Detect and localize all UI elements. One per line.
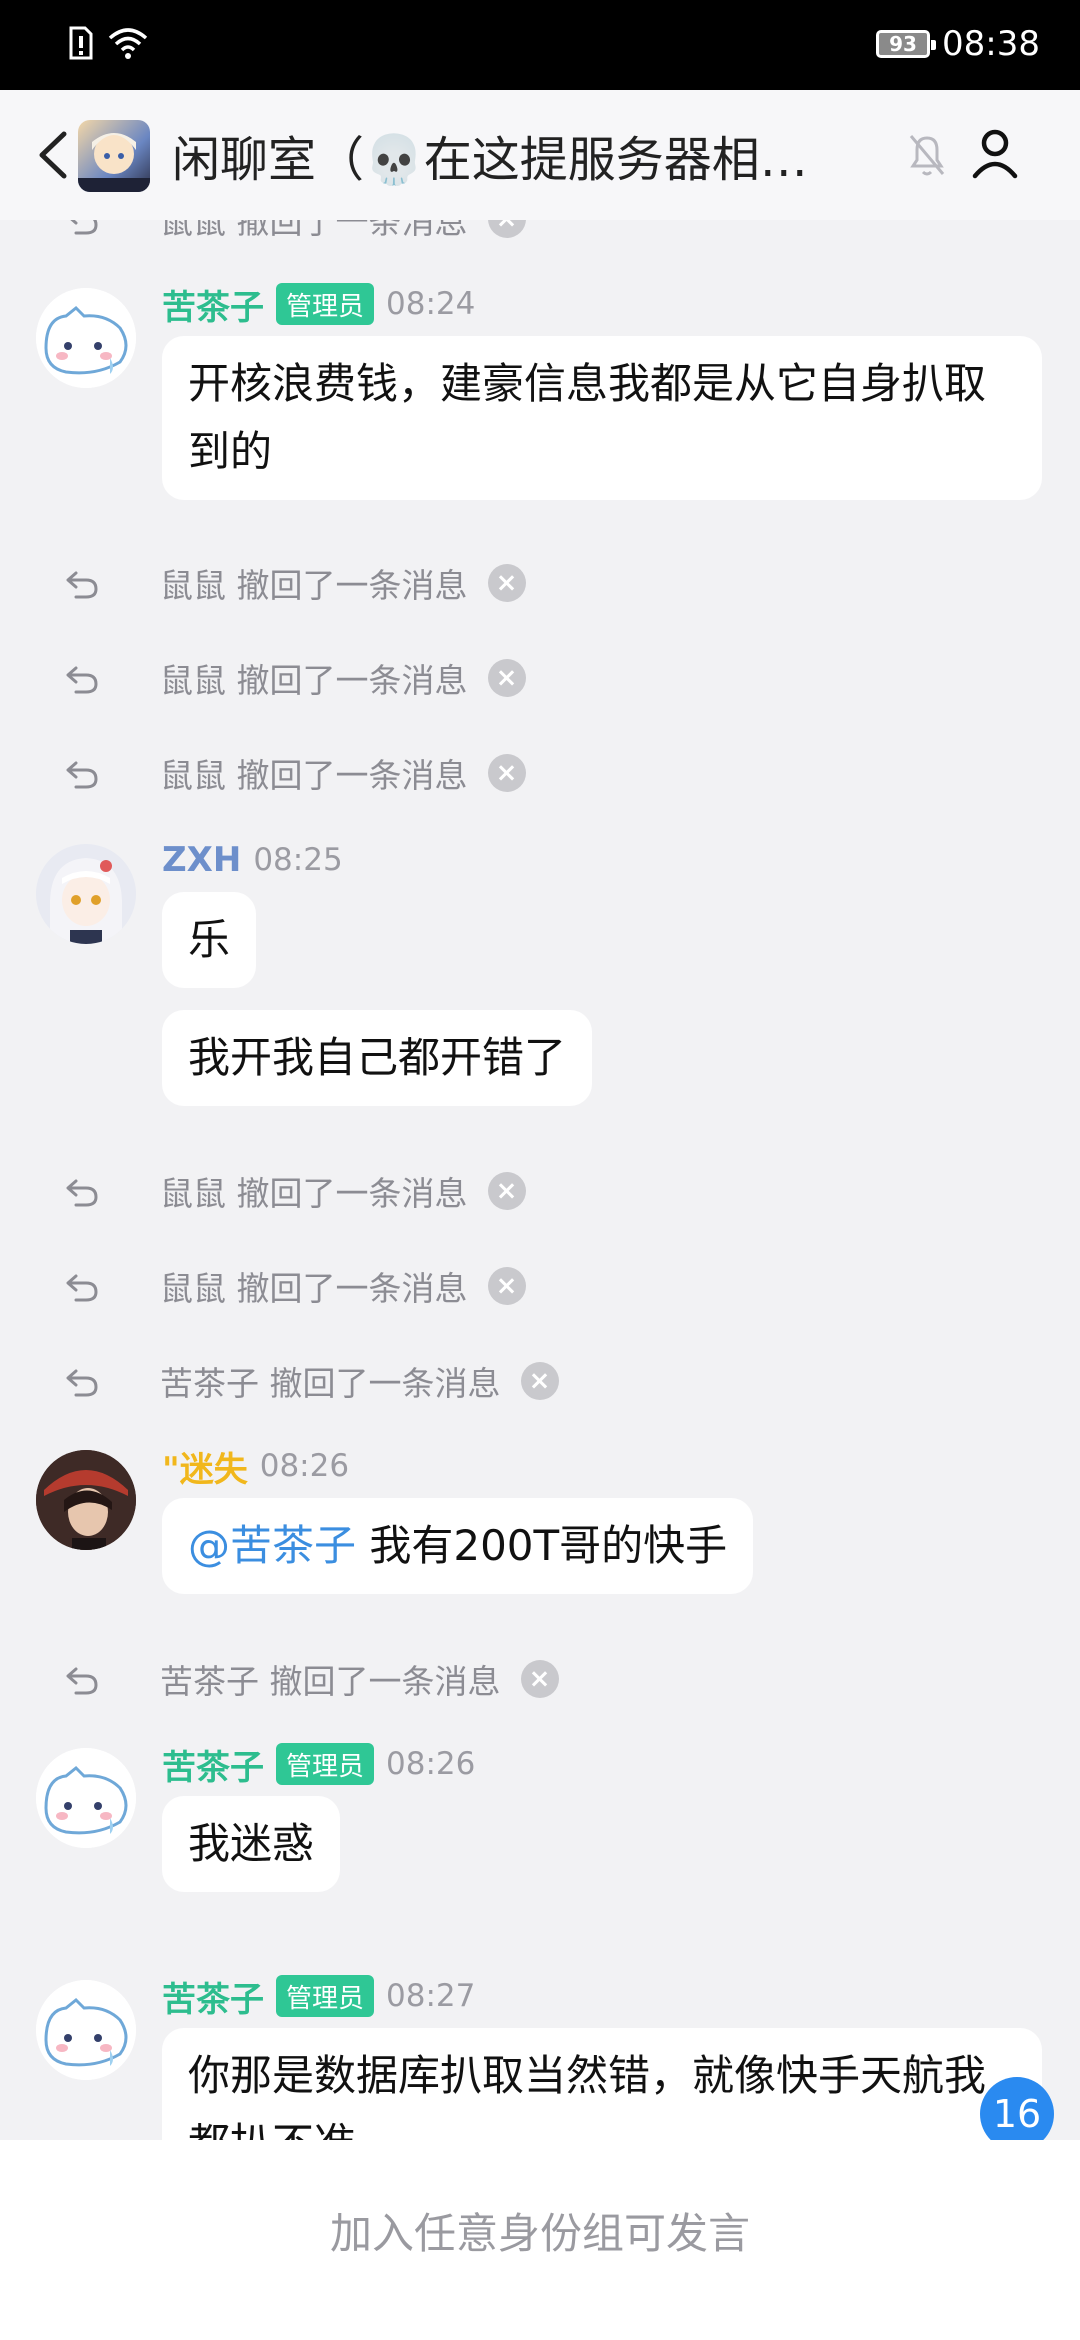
dismiss-icon[interactable]: × (487, 1172, 526, 1210)
mute-bell-icon[interactable] (905, 130, 949, 180)
message-text: 我有200T哥的快手 (356, 1521, 728, 1570)
member-icon[interactable] (970, 126, 1020, 182)
role-badge: 管理员 (276, 1975, 375, 2017)
recall-text: 鼠鼠 撤回了一条消息 (160, 1174, 468, 1213)
avatar[interactable] (36, 1980, 136, 2080)
clock: 08:38 (942, 24, 1040, 64)
recall-notice: 苦茶子 撤回了一条消息 × (62, 1356, 559, 1406)
wifi-icon (108, 28, 148, 59)
dismiss-icon[interactable]: × (520, 1660, 559, 1698)
sender-name[interactable]: 苦茶子 (162, 1740, 264, 1789)
avatar[interactable] (36, 844, 136, 944)
message-bubble[interactable]: 你那是数据库扒取当然错，就像快手天航我都扒不准 (162, 2028, 1042, 2140)
timestamp: 08:26 (386, 1746, 476, 1782)
recall-notice: 鼠鼠 撤回了一条消息 × (62, 748, 526, 798)
sender-name[interactable]: ZXH (162, 840, 241, 880)
message-bubble[interactable]: 开核浪费钱，建豪信息我都是从它自身扒取到的 (162, 336, 1042, 500)
timestamp: 08:25 (253, 842, 343, 878)
message-meta: "迷失 08:26 (162, 1442, 350, 1491)
recall-notice: 鼠鼠 撤回了一条消息 × (62, 220, 526, 244)
avatar[interactable] (36, 1748, 136, 1848)
dismiss-icon[interactable]: × (487, 754, 526, 792)
message-bubble[interactable]: 乐 (162, 892, 257, 988)
channel-avatar[interactable] (78, 120, 150, 192)
battery-level: 93 (889, 32, 917, 56)
chat-header: 闲聊室（💀在这提服务器相关… (0, 90, 1080, 220)
recall-text: 鼠鼠 撤回了一条消息 (160, 661, 468, 700)
recall-notice: 苦茶子 撤回了一条消息 × (62, 1654, 559, 1704)
recall-icon (66, 666, 98, 694)
message-meta: 苦茶子 管理员 08:27 (162, 1972, 476, 2021)
recall-notice: 鼠鼠 撤回了一条消息 × (62, 1261, 526, 1311)
sender-name[interactable]: "迷失 (162, 1442, 248, 1491)
timestamp: 08:24 (386, 286, 476, 322)
dismiss-icon[interactable]: × (487, 1267, 526, 1305)
recall-text: 鼠鼠 撤回了一条消息 (160, 756, 468, 795)
recall-notice: 鼠鼠 撤回了一条消息 × (62, 653, 526, 703)
recall-icon (66, 571, 98, 599)
chat-title[interactable]: 闲聊室（💀在这提服务器相关… (172, 120, 852, 190)
input-bar: 加入任意身份组可发言 (0, 2140, 1080, 2340)
recall-text: 鼠鼠 撤回了一条消息 (160, 220, 468, 241)
dismiss-icon[interactable]: × (487, 220, 526, 238)
avatar[interactable] (36, 1450, 136, 1550)
timestamp: 08:27 (386, 1978, 476, 2014)
recall-text: 苦茶子 撤回了一条消息 (160, 1662, 501, 1701)
role-badge: 管理员 (276, 1743, 375, 1785)
dismiss-icon[interactable]: × (487, 659, 526, 697)
recall-text: 鼠鼠 撤回了一条消息 (160, 1269, 468, 1308)
battery-icon: 93 (876, 30, 937, 58)
speak-restriction-text[interactable]: 加入任意身份组可发言 (0, 2200, 1080, 2261)
status-bar: 93 08:38 (0, 0, 1080, 90)
recall-icon (66, 1369, 98, 1397)
recall-icon (70, 220, 98, 235)
message-bubble[interactable]: 我开我自己都开错了 (162, 1010, 593, 1106)
sender-name[interactable]: 苦茶子 (162, 1972, 264, 2021)
recall-notice: 鼠鼠 撤回了一条消息 × (62, 558, 526, 608)
message-meta: ZXH 08:25 (162, 838, 343, 882)
message-meta: 苦茶子 管理员 08:24 (162, 280, 476, 329)
dismiss-icon[interactable]: × (487, 564, 526, 602)
recall-icon (66, 1274, 98, 1302)
recall-text: 苦茶子 撤回了一条消息 (160, 1364, 501, 1403)
recall-text: 鼠鼠 撤回了一条消息 (160, 566, 468, 605)
recall-icon (66, 1179, 98, 1207)
mention-link[interactable]: @苦茶子 (188, 1521, 356, 1570)
recall-notice: 鼠鼠 撤回了一条消息 × (62, 1166, 526, 1216)
sim-alert-icon (69, 26, 93, 60)
role-badge: 管理员 (276, 283, 375, 325)
message-meta: 苦茶子 管理员 08:26 (162, 1740, 476, 1789)
timestamp: 08:26 (259, 1448, 350, 1484)
recall-icon (66, 1667, 98, 1695)
message-list[interactable]: 鼠鼠 撤回了一条消息 × 苦茶子 管理员 08:24 开核浪费钱，建豪信息我都是… (0, 220, 1080, 2140)
sender-name[interactable]: 苦茶子 (162, 280, 264, 329)
back-icon[interactable] (30, 128, 78, 182)
recall-icon (66, 761, 98, 789)
message-bubble[interactable]: 我迷惑 (162, 1796, 341, 1892)
avatar[interactable] (36, 288, 136, 388)
message-bubble[interactable]: @苦茶子 我有200T哥的快手 (162, 1498, 754, 1594)
dismiss-icon[interactable]: × (520, 1362, 559, 1400)
